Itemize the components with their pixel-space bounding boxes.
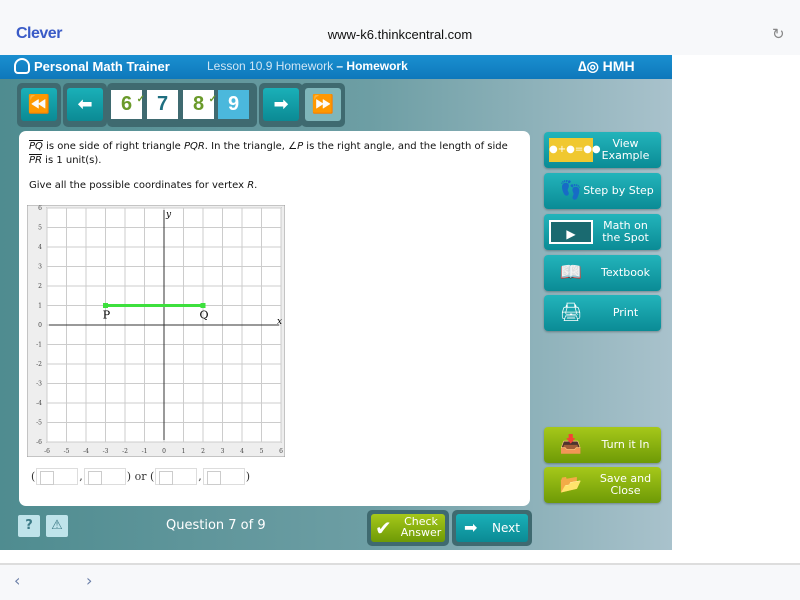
logo-icon — [14, 58, 30, 74]
textbook-button[interactable]: 📖 Textbook — [544, 255, 661, 291]
printer-icon: 🖨 — [559, 302, 583, 323]
y-tick-label: 5 — [38, 225, 42, 232]
y-tick-label: -6 — [36, 439, 42, 446]
help-button[interactable]: ? — [18, 515, 40, 537]
answer-x1-input[interactable] — [36, 468, 79, 485]
back-icon[interactable]: ‹ — [14, 571, 20, 590]
x-tick-label: 0 — [162, 448, 166, 455]
browser-bar: Clever www-k6.thinkcentral.com ↻ — [0, 0, 800, 55]
y-tick-label: 4 — [38, 244, 42, 251]
y-tick-label: 3 — [38, 264, 42, 271]
lesson-title: Lesson 10.9 Homework – Homework — [207, 59, 408, 73]
video-icon: ▶ — [549, 220, 593, 244]
publisher-logo: ∆◎ HMH — [578, 58, 635, 74]
answer-y1-input[interactable] — [83, 468, 126, 485]
answer-x2-input[interactable] — [155, 468, 198, 485]
x-tick-label: 2 — [201, 448, 205, 455]
question-9-button[interactable]: 9 — [218, 90, 249, 119]
coordinate-graph[interactable]: -6 -5 -4 -3 -2 -1 0 1 2 3 4 5 6 -6 -5 -4 -3 -2 -1 0 1 2 3 4 5 6 x y… — [27, 205, 285, 457]
y-tick-label: -2 — [36, 361, 42, 368]
x-tick-label: 1 — [182, 448, 186, 455]
step-by-step-button[interactable]: 👣 Step by Step — [544, 173, 661, 209]
forward-icon[interactable]: › — [86, 571, 92, 590]
check-answer-button[interactable]: ✔ Check Answer — [371, 514, 445, 542]
question-prompt: Give all the possible coordinates for ve… — [29, 180, 258, 191]
x-tick-label: -1 — [142, 448, 148, 455]
url-bar[interactable]: www-k6.thinkcentral.com — [0, 27, 800, 42]
x-tick-label: -4 — [83, 448, 89, 455]
math-on-the-spot-button[interactable]: ▶ Math on the Spot — [544, 214, 661, 250]
y-tick-label: -4 — [36, 400, 42, 407]
question-8-button[interactable]: 8 ✓ — [183, 90, 217, 119]
y-axis-label: y — [165, 210, 172, 220]
y-tick-label: -1 — [36, 342, 42, 349]
y-tick-label: 0 — [38, 322, 42, 329]
turn-in-icon: 📥 — [559, 434, 583, 455]
question-text: PQ is one side of right triangle PQR. In… — [29, 141, 508, 166]
browser-toolbar: ‹ › — [0, 563, 800, 600]
arrow-right-icon: ➡ — [464, 518, 478, 537]
app-logo: Personal Math Trainer — [14, 58, 170, 74]
x-axis-label: x — [277, 317, 282, 327]
x-tick-label: -2 — [122, 448, 128, 455]
app: Personal Math Trainer Lesson 10.9 Homewo… — [0, 55, 672, 550]
y-tick-label: 6 — [38, 205, 42, 212]
print-button[interactable]: 🖨 Print — [544, 295, 661, 331]
first-question-button[interactable]: ⏪ — [21, 88, 57, 121]
checkmark-icon: ✔ — [375, 516, 392, 540]
example-icon: ●+●=●● — [549, 138, 601, 162]
question-panel: PQ is one side of right triangle PQR. In… — [19, 131, 530, 506]
question-7-button[interactable]: 7 — [147, 90, 178, 119]
view-example-button[interactable]: ●+●=●● View Example — [544, 132, 661, 168]
folder-save-icon: 📂 — [559, 474, 583, 495]
point-label-q: Q — [199, 309, 208, 322]
y-tick-label: 2 — [38, 283, 42, 290]
app-header: Personal Math Trainer Lesson 10.9 Homewo… — [0, 55, 672, 79]
answer-row: ( , ) or ( , ) — [31, 468, 251, 485]
report-problem-button[interactable]: ⚠ — [46, 515, 68, 537]
check-icon: ✓ — [208, 94, 217, 105]
book-icon: 📖 — [559, 262, 583, 283]
x-tick-label: 6 — [279, 448, 283, 455]
point-q — [200, 303, 206, 308]
y-tick-label: -5 — [36, 420, 42, 427]
x-tick-label: 4 — [240, 448, 244, 455]
x-tick-label: 3 — [221, 448, 225, 455]
next-question-button[interactable]: ➡ — [263, 88, 299, 121]
question-status: Question 7 of 9 — [166, 518, 266, 533]
point-p — [103, 303, 108, 308]
last-question-button[interactable]: ⏩ — [305, 88, 341, 121]
next-button[interactable]: ➡ Next — [456, 514, 528, 542]
reload-icon[interactable]: ↻ — [772, 25, 785, 43]
point-label-p: P — [103, 309, 111, 322]
x-tick-label: -3 — [103, 448, 109, 455]
x-tick-label: 5 — [260, 448, 264, 455]
check-icon: ✓ — [136, 94, 145, 105]
save-and-close-button[interactable]: 📂 Save and Close — [544, 467, 661, 503]
y-tick-label: -3 — [36, 381, 42, 388]
x-tick-label: -6 — [44, 448, 50, 455]
x-tick-label: -5 — [64, 448, 70, 455]
turn-it-in-button[interactable]: 📥 Turn it In — [544, 427, 661, 463]
previous-question-button[interactable]: ⬅ — [67, 88, 103, 121]
y-tick-label: 1 — [38, 303, 42, 310]
question-6-button[interactable]: 6 ✓ — [111, 90, 145, 119]
answer-y2-input[interactable] — [202, 468, 245, 485]
